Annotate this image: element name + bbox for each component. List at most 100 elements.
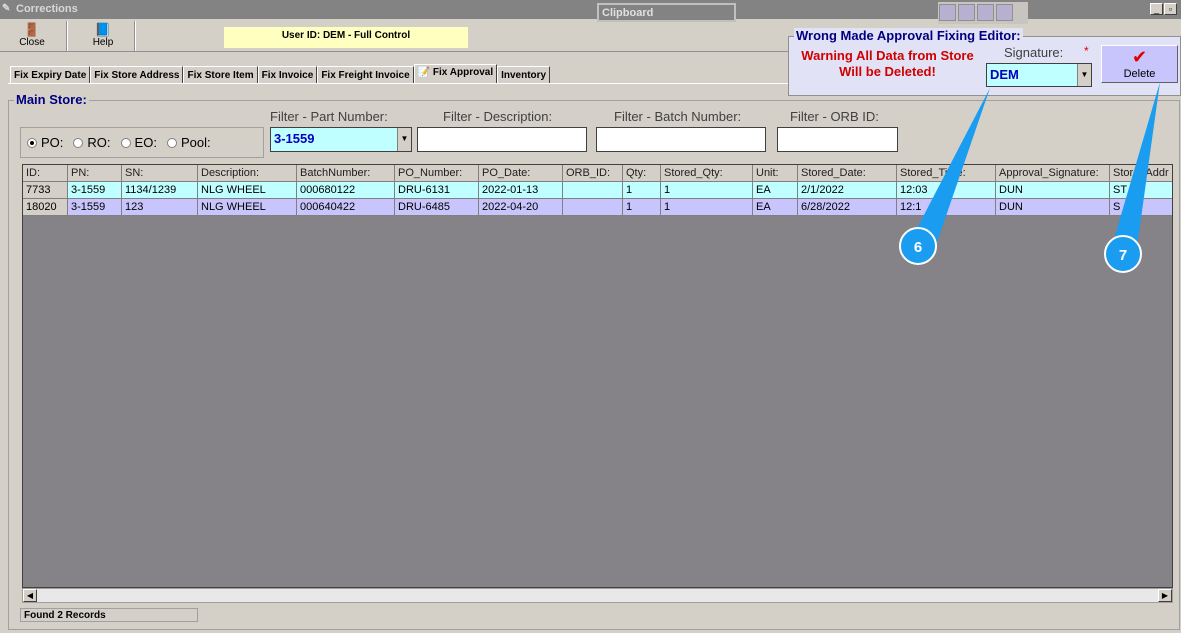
table-row[interactable]: 18020 3-1559 123 NLG WHEEL 000640422 DRU-6485… xyxy=(23,199,1172,216)
table-cell[interactable]: 12:1 xyxy=(897,199,996,216)
part-number-filter-combo[interactable]: 3-1559 ▼ xyxy=(270,127,412,152)
table-cell[interactable]: 3-1559 xyxy=(68,199,122,216)
warning-line: Will be Deleted! xyxy=(839,64,936,79)
table-cell[interactable]: EA xyxy=(753,199,798,216)
column-header[interactable]: PN: xyxy=(68,165,122,182)
combo-value: 3-1559 xyxy=(274,131,315,146)
scroll-right-icon[interactable]: ▶ xyxy=(1158,589,1172,602)
tab-label: Fix Approval xyxy=(432,67,494,78)
table-cell[interactable]: 123 xyxy=(122,199,198,216)
table-cell[interactable]: 1134/1239 xyxy=(122,182,198,199)
chevron-down-icon[interactable]: ▼ xyxy=(397,128,411,151)
minimize-button[interactable]: _ xyxy=(1150,3,1163,15)
tab-fix-invoice[interactable]: Fix Invoice xyxy=(257,66,318,84)
table-cell[interactable]: 18020 xyxy=(23,199,68,216)
table-cell[interactable]: 3-1559 xyxy=(68,182,122,199)
description-filter-label: Filter - Description: xyxy=(443,109,553,124)
table-cell[interactable]: 1 xyxy=(623,182,661,199)
table-cell[interactable]: 1 xyxy=(661,199,753,216)
required-marker: * xyxy=(1084,44,1089,58)
signature-combo[interactable]: DEM ▼ xyxy=(986,63,1092,87)
column-header[interactable]: BatchNumber: xyxy=(297,165,395,182)
scroll-left-icon[interactable]: ◀ xyxy=(23,589,37,602)
table-cell[interactable] xyxy=(563,199,623,216)
column-header[interactable]: ID: xyxy=(23,165,68,182)
table-cell[interactable]: 2/1/2022 xyxy=(798,182,897,199)
column-header[interactable]: Stored_Qty: xyxy=(661,165,753,182)
column-header[interactable]: PO_Number: xyxy=(395,165,479,182)
signature-label: Signature: xyxy=(1004,45,1064,60)
batch-number-filter-input[interactable] xyxy=(596,127,766,152)
tab-fix-store-address[interactable]: Fix Store Address xyxy=(90,66,184,84)
column-header[interactable]: Approval_Signature: xyxy=(996,165,1110,182)
tab-inventory[interactable]: Inventory xyxy=(497,66,551,84)
order-type-radio-group: PO: RO: EO: Pool: xyxy=(20,127,264,158)
table-cell[interactable]: 000680122 xyxy=(297,182,395,199)
radio-label: RO: xyxy=(87,135,111,150)
table-cell[interactable]: 1 xyxy=(661,182,753,199)
column-header[interactable]: Stored_Time: xyxy=(897,165,996,182)
horizontal-scrollbar[interactable]: ◀ ▶ xyxy=(22,588,1173,603)
table-cell[interactable]: DUN xyxy=(996,199,1110,216)
table-cell[interactable]: 2022-04-20 xyxy=(479,199,563,216)
combo-value: DEM xyxy=(990,67,1019,82)
table-cell[interactable]: NLG WHEEL xyxy=(198,182,297,199)
table-cell[interactable]: 6/28/2022 xyxy=(798,199,897,216)
column-header[interactable]: Description: xyxy=(198,165,297,182)
radio-pool[interactable]: Pool: xyxy=(166,135,211,150)
table-cell[interactable]: EA xyxy=(753,182,798,199)
restore-button[interactable]: ▫ xyxy=(1164,3,1177,15)
close-button[interactable]: 🚪 Close xyxy=(2,21,62,48)
radio-po[interactable]: PO: xyxy=(27,135,63,150)
divider xyxy=(66,21,68,51)
tab-divider xyxy=(8,83,788,85)
editor-title: Wrong Made Approval Fixing Editor: xyxy=(794,28,1023,43)
part-number-filter-label: Filter - Part Number: xyxy=(270,109,388,124)
table-cell[interactable]: S xyxy=(1110,199,1172,216)
orb-id-filter-input[interactable] xyxy=(777,127,898,152)
help-book-icon: 📘 xyxy=(94,22,112,37)
column-header[interactable]: Unit: xyxy=(753,165,798,182)
delete-button[interactable]: ✔ Delete xyxy=(1101,45,1178,83)
app-icon: ✎ xyxy=(2,3,11,14)
radio-eo[interactable]: EO: xyxy=(120,135,157,150)
chevron-down-icon[interactable]: ▼ xyxy=(1077,64,1091,86)
status-record-count: Found 2 Records xyxy=(20,608,198,622)
orb-id-filter-label: Filter - ORB ID: xyxy=(790,109,879,124)
table-cell[interactable]: 2022-01-13 xyxy=(479,182,563,199)
column-header[interactable]: Stored_Date: xyxy=(798,165,897,182)
notepad-icon: 📝 xyxy=(417,67,433,78)
delete-warning: Warning All Data from Store Will be Delet… xyxy=(790,48,985,80)
tab-fix-freight-invoice[interactable]: Fix Freight Invoice xyxy=(317,66,414,84)
column-header[interactable]: Store_Addr xyxy=(1110,165,1172,182)
radio-ro[interactable]: RO: xyxy=(73,135,111,150)
table-cell[interactable]: 7733 xyxy=(23,182,68,199)
table-cell[interactable]: DRU-6485 xyxy=(395,199,479,216)
table-cell[interactable]: NLG WHEEL xyxy=(198,199,297,216)
table-cell[interactable] xyxy=(563,182,623,199)
column-header[interactable]: ORB_ID: xyxy=(563,165,623,182)
table-row[interactable]: 7733 3-1559 1134/1239 NLG WHEEL 000680122 DRU… xyxy=(23,182,1172,199)
records-grid[interactable]: ID: PN: SN: Description: BatchNumber: PO_Numb… xyxy=(22,164,1173,588)
column-header[interactable]: PO_Date: xyxy=(479,165,563,182)
tab-fix-approval[interactable]: 📝 Fix Approval xyxy=(413,64,498,84)
tab-fix-store-item[interactable]: Fix Store Item xyxy=(183,66,258,84)
checkmark-clipboard-icon: ✔ xyxy=(1131,47,1148,67)
table-cell[interactable]: ST xyxy=(1110,182,1172,199)
description-filter-input[interactable] xyxy=(417,127,587,152)
tab-fix-expiry-date[interactable]: Fix Expiry Date xyxy=(10,66,91,84)
close-label: Close xyxy=(19,37,45,48)
table-cell[interactable]: 000640422 xyxy=(297,199,395,216)
user-id-banner: User ID: DEM - Full Control xyxy=(224,27,468,48)
table-header-row[interactable]: ID: PN: SN: Description: BatchNumber: PO_Numb… xyxy=(23,165,1172,182)
table-cell[interactable]: DRU-6131 xyxy=(395,182,479,199)
radio-label: EO: xyxy=(134,135,157,150)
table-cell[interactable]: 12:03 xyxy=(897,182,996,199)
table-cell[interactable]: DUN xyxy=(996,182,1110,199)
column-header[interactable]: Qty: xyxy=(623,165,661,182)
help-button[interactable]: 📘 Help xyxy=(73,21,133,48)
delete-label: Delete xyxy=(1123,68,1156,80)
table-cell[interactable]: 1 xyxy=(623,199,661,216)
radio-label: PO: xyxy=(41,135,64,150)
column-header[interactable]: SN: xyxy=(122,165,198,182)
